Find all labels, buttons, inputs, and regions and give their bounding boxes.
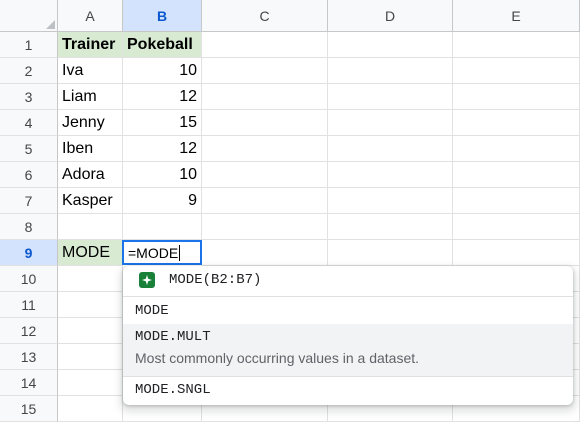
row-header-11[interactable]: 11: [0, 292, 58, 318]
empty-cell[interactable]: [328, 32, 453, 58]
cell-a7[interactable]: Kasper: [58, 188, 123, 214]
empty-cell[interactable]: [202, 110, 328, 136]
column-header-d[interactable]: D: [328, 0, 453, 32]
row-header-5[interactable]: 5: [0, 136, 58, 162]
sparkle-glyph: [142, 275, 152, 285]
row-header-6[interactable]: 6: [0, 162, 58, 188]
column-header-a[interactable]: A: [58, 0, 123, 32]
empty-cell[interactable]: [328, 240, 453, 266]
empty-cell[interactable]: [328, 162, 453, 188]
cell-b2[interactable]: 10: [123, 58, 202, 84]
autocomplete-item-label: MODE.SNGL: [135, 382, 211, 398]
autocomplete-popup: MODE(B2:B7) MODE MODE.MULT Most commonly…: [123, 266, 573, 405]
row-header-12[interactable]: 12: [0, 318, 58, 344]
row-header-13[interactable]: 13: [0, 344, 58, 370]
empty-cell[interactable]: [453, 110, 580, 136]
empty-cell[interactable]: [202, 162, 328, 188]
empty-cell[interactable]: [453, 136, 580, 162]
row-header-3[interactable]: 3: [0, 84, 58, 110]
cell-b1[interactable]: Pokeball: [123, 32, 202, 58]
autocomplete-item-mode-sngl[interactable]: MODE.SNGL: [123, 377, 573, 403]
empty-cell[interactable]: [453, 188, 580, 214]
cell-a9[interactable]: MODE: [58, 240, 123, 266]
autocomplete-item-description: Most commonly occurring values in a data…: [135, 350, 420, 366]
cell-a1[interactable]: Trainer: [58, 32, 123, 58]
row-header-15[interactable]: 15: [0, 396, 58, 422]
empty-cell[interactable]: [58, 266, 123, 292]
cell-b6[interactable]: 10: [123, 162, 202, 188]
empty-cell[interactable]: [328, 188, 453, 214]
empty-cell[interactable]: [202, 58, 328, 84]
empty-cell[interactable]: [58, 344, 123, 370]
empty-cell[interactable]: [58, 370, 123, 396]
empty-cell[interactable]: [328, 84, 453, 110]
row-header-9[interactable]: 9: [0, 240, 58, 266]
cell-a6[interactable]: Adora: [58, 162, 123, 188]
empty-cell[interactable]: [328, 214, 453, 240]
empty-cell[interactable]: [453, 214, 580, 240]
cell-a4[interactable]: Jenny: [58, 110, 123, 136]
popup-divider: [123, 296, 573, 297]
cell-a8[interactable]: [58, 214, 123, 240]
row-header-2[interactable]: 2: [0, 58, 58, 84]
active-cell-editor[interactable]: =MODE: [122, 240, 202, 265]
select-all-corner[interactable]: [0, 0, 58, 32]
formula-suggestion-text: MODE(B2:B7): [169, 272, 262, 288]
empty-cell[interactable]: [58, 396, 123, 422]
formula-suggestion[interactable]: MODE(B2:B7): [123, 266, 573, 294]
row-header-8[interactable]: 8: [0, 214, 58, 240]
spark-icon: [139, 272, 155, 288]
empty-cell[interactable]: [453, 32, 580, 58]
cell-a5[interactable]: Iben: [58, 136, 123, 162]
column-header-b[interactable]: B: [123, 0, 202, 32]
empty-cell[interactable]: [453, 58, 580, 84]
cell-b4[interactable]: 15: [123, 110, 202, 136]
empty-cell[interactable]: [58, 292, 123, 318]
formula-text: =MODE: [128, 244, 179, 261]
cell-b3[interactable]: 12: [123, 84, 202, 110]
empty-cell[interactable]: [202, 240, 328, 266]
column-header-c[interactable]: C: [202, 0, 328, 32]
text-caret: [179, 244, 181, 261]
cell-b8[interactable]: [123, 214, 202, 240]
empty-cell[interactable]: [328, 58, 453, 84]
empty-cell[interactable]: [202, 32, 328, 58]
autocomplete-item-mode-mult[interactable]: MODE.MULT Most commonly occurring values…: [123, 324, 573, 376]
autocomplete-item-label: MODE.MULT: [135, 329, 211, 345]
row-header-4[interactable]: 4: [0, 110, 58, 136]
empty-cell[interactable]: [202, 136, 328, 162]
empty-cell[interactable]: [202, 214, 328, 240]
cell-a2[interactable]: Iva: [58, 58, 123, 84]
row-header-10[interactable]: 10: [0, 266, 58, 292]
empty-cell[interactable]: [328, 110, 453, 136]
autocomplete-item-label: MODE: [135, 303, 169, 319]
empty-cell[interactable]: [58, 318, 123, 344]
empty-cell[interactable]: [453, 162, 580, 188]
cell-b5[interactable]: 12: [123, 136, 202, 162]
autocomplete-item-mode[interactable]: MODE: [123, 298, 573, 324]
empty-cell[interactable]: [453, 84, 580, 110]
cell-a3[interactable]: Liam: [58, 84, 123, 110]
empty-cell[interactable]: [453, 240, 580, 266]
empty-cell[interactable]: [202, 84, 328, 110]
empty-cell[interactable]: [328, 136, 453, 162]
row-header-7[interactable]: 7: [0, 188, 58, 214]
row-header-1[interactable]: 1: [0, 32, 58, 58]
empty-cell[interactable]: [202, 188, 328, 214]
cell-b7[interactable]: 9: [123, 188, 202, 214]
row-header-14[interactable]: 14: [0, 370, 58, 396]
column-header-e[interactable]: E: [453, 0, 580, 32]
